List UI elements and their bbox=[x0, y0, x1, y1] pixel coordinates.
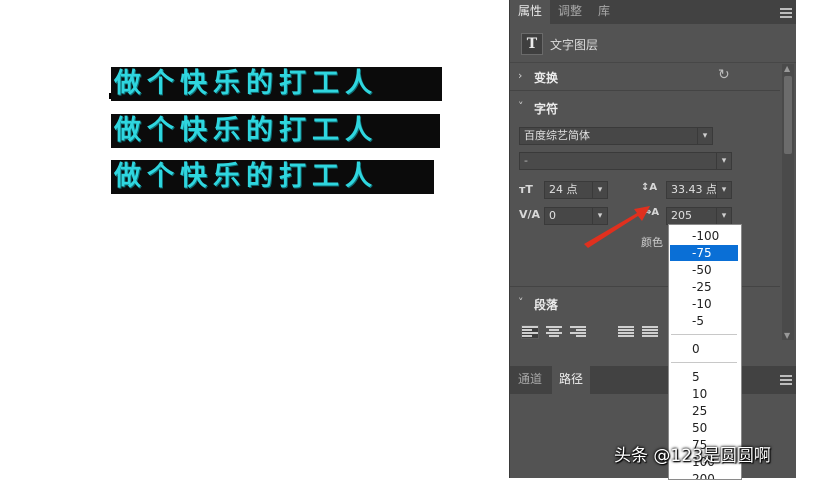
canvas-text-line-2[interactable]: 做个快乐的打工人 bbox=[111, 114, 440, 148]
panel-menu-icon[interactable] bbox=[780, 8, 792, 18]
panel-scrollbar[interactable]: ▲ ▼ bbox=[782, 64, 794, 340]
tracking-option[interactable]: -25 bbox=[670, 279, 738, 295]
annotation-arrow bbox=[584, 206, 650, 248]
leading-select[interactable]: 33.43 点 ▾ bbox=[666, 181, 732, 199]
justify-last-center-button[interactable] bbox=[642, 326, 658, 338]
tab-paths[interactable]: 路径 bbox=[552, 366, 590, 394]
character-label: 字符 bbox=[534, 102, 559, 116]
tracking-option[interactable]: 200 bbox=[670, 471, 738, 479]
leading-value: 33.43 点 bbox=[671, 183, 717, 196]
align-left-button[interactable] bbox=[521, 325, 539, 339]
scrollbar-thumb[interactable] bbox=[784, 76, 792, 154]
scroll-up-icon[interactable]: ▲ bbox=[784, 64, 790, 73]
watermark-text: 头条 @123是圆圆啊 bbox=[614, 446, 771, 466]
tracking-option[interactable]: 10 bbox=[670, 386, 738, 402]
layer-type-label: 文字图层 bbox=[550, 38, 599, 52]
align-center-button[interactable] bbox=[546, 326, 562, 338]
panel-tab-bar: 属性 调整 库 bbox=[510, 0, 796, 24]
transform-label: 变换 bbox=[534, 71, 559, 85]
chevron-down-icon: ▾ bbox=[592, 182, 607, 198]
canvas-text-line-1[interactable]: 做个快乐的打工人 bbox=[111, 67, 442, 101]
chevron-down-icon: ▾ bbox=[716, 208, 731, 224]
chevron-right-icon: › bbox=[518, 69, 523, 82]
dropdown-separator bbox=[671, 362, 737, 363]
canvas-text-line-3[interactable]: 做个快乐的打工人 bbox=[111, 160, 434, 194]
font-size-icon: ᴛT bbox=[519, 183, 533, 196]
leading-icon: ↕A bbox=[641, 182, 658, 193]
tracking-option[interactable]: -10 bbox=[670, 296, 738, 312]
character-section-header[interactable]: ˅ 字符 bbox=[510, 95, 780, 121]
chevron-down-icon: ˅ bbox=[518, 296, 524, 309]
justify-last-left-button[interactable] bbox=[618, 326, 634, 338]
tab-adjustments[interactable]: 调整 bbox=[552, 0, 588, 24]
layer-type-row: T 文字图层 bbox=[510, 24, 796, 63]
tracking-option[interactable]: 0 bbox=[670, 341, 738, 357]
tracking-value: 205 bbox=[671, 209, 692, 222]
paths-panel-menu-icon[interactable] bbox=[780, 375, 792, 385]
tracking-option[interactable]: -100 bbox=[670, 228, 738, 244]
align-right-button[interactable] bbox=[570, 326, 586, 338]
kerning-value: 0 bbox=[549, 209, 556, 222]
annotation-arrow-shape bbox=[584, 206, 650, 248]
chevron-down-icon: ▾ bbox=[716, 153, 731, 169]
tracking-option[interactable]: 25 bbox=[670, 403, 738, 419]
kerning-icon: V/A bbox=[519, 208, 541, 221]
tab-libraries[interactable]: 库 bbox=[590, 0, 618, 24]
font-style-value: - bbox=[524, 154, 528, 167]
reset-transform-icon[interactable]: ↻ bbox=[718, 67, 730, 83]
transform-section-header[interactable]: › 变换 ↻ bbox=[510, 64, 780, 90]
tracking-option[interactable]: 50 bbox=[670, 420, 738, 436]
tab-properties[interactable]: 属性 bbox=[510, 0, 550, 24]
text-layer-icon: T bbox=[521, 33, 543, 55]
paragraph-label: 段落 bbox=[534, 298, 559, 312]
chevron-down-icon: ▾ bbox=[716, 182, 731, 198]
scroll-down-icon[interactable]: ▼ bbox=[784, 331, 790, 340]
font-size-select[interactable]: 24 点 ▾ bbox=[544, 181, 608, 199]
dropdown-separator bbox=[671, 334, 737, 335]
font-family-value: 百度综艺简体 bbox=[524, 129, 590, 142]
tracking-option[interactable]: -50 bbox=[670, 262, 738, 278]
paths-panel-tab-bar: 通道 路径 bbox=[510, 366, 796, 394]
tab-channels[interactable]: 通道 bbox=[510, 366, 550, 394]
tracking-option-selected[interactable]: -75 bbox=[670, 245, 738, 261]
font-size-value: 24 点 bbox=[549, 183, 578, 196]
font-family-select[interactable]: 百度综艺简体 ▾ bbox=[519, 127, 713, 145]
tracking-option[interactable]: -5 bbox=[670, 313, 738, 329]
tracking-option[interactable]: 5 bbox=[670, 369, 738, 385]
tracking-select[interactable]: 205 ▾ bbox=[666, 207, 732, 225]
chevron-down-icon: ▾ bbox=[697, 128, 712, 144]
chevron-down-icon: ˅ bbox=[518, 100, 524, 113]
font-style-select[interactable]: - ▾ bbox=[519, 152, 732, 170]
